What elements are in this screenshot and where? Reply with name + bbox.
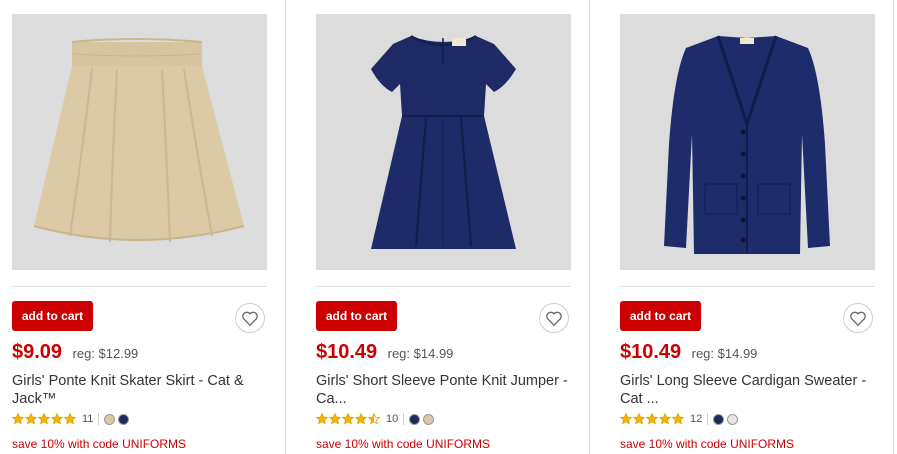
star-icon bbox=[620, 413, 632, 425]
heart-icon bbox=[546, 311, 562, 326]
star-icon bbox=[12, 413, 24, 425]
price-row: $10.49 reg: $14.99 bbox=[316, 341, 453, 364]
review-count: 12 bbox=[690, 413, 703, 425]
star-rating bbox=[316, 413, 381, 425]
star-icon bbox=[368, 413, 380, 425]
product-card: add to cart $9.09 reg: $12.99 Girls' Pon… bbox=[12, 0, 267, 454]
review-count: 11 bbox=[82, 413, 94, 425]
star-icon bbox=[329, 413, 341, 425]
card-separator bbox=[12, 286, 267, 287]
jumper-dress-image bbox=[371, 35, 516, 249]
star-icon bbox=[672, 413, 684, 425]
rating-divider bbox=[98, 413, 100, 425]
regular-price: reg: $14.99 bbox=[691, 346, 758, 361]
column-divider bbox=[589, 0, 590, 454]
product-image[interactable] bbox=[316, 14, 571, 270]
product-card: add to cart $10.49 reg: $14.99 Girls' Lo… bbox=[620, 0, 875, 454]
product-title-link[interactable]: Girls' Long Sleeve Cardigan Sweater - Ca… bbox=[620, 372, 875, 408]
column-divider bbox=[285, 0, 286, 454]
regular-price: reg: $14.99 bbox=[387, 346, 454, 361]
color-swatch[interactable] bbox=[727, 413, 739, 425]
rating-row: 12 bbox=[620, 412, 741, 426]
star-icon bbox=[659, 413, 671, 425]
price-row: $10.49 reg: $14.99 bbox=[620, 341, 757, 364]
cardigan-image bbox=[664, 35, 830, 254]
promo-text: save 10% with code UNIFORMS bbox=[316, 437, 491, 451]
sale-price: $10.49 bbox=[316, 341, 378, 363]
skirt-image bbox=[33, 38, 245, 243]
heart-icon bbox=[850, 311, 866, 326]
star-icon bbox=[355, 413, 367, 425]
product-image[interactable] bbox=[620, 14, 875, 270]
color-swatch[interactable] bbox=[118, 413, 130, 425]
rating-row: 10 bbox=[316, 412, 437, 426]
favorite-button[interactable] bbox=[235, 303, 265, 333]
sale-price: $10.49 bbox=[620, 341, 682, 363]
favorite-button[interactable] bbox=[843, 303, 873, 333]
star-icon bbox=[633, 413, 645, 425]
price-row: $9.09 reg: $12.99 bbox=[12, 341, 138, 364]
rating-divider bbox=[403, 413, 405, 425]
rating-divider bbox=[707, 413, 709, 425]
product-image[interactable] bbox=[12, 14, 267, 270]
color-swatch[interactable] bbox=[409, 413, 421, 425]
star-icon bbox=[646, 413, 658, 425]
review-count: 10 bbox=[386, 413, 399, 425]
star-icon bbox=[316, 413, 328, 425]
star-rating bbox=[12, 413, 77, 425]
card-separator bbox=[620, 286, 875, 287]
regular-price: reg: $12.99 bbox=[72, 346, 139, 361]
star-icon bbox=[342, 413, 354, 425]
add-to-cart-button[interactable]: add to cart bbox=[316, 301, 397, 331]
heart-icon bbox=[242, 311, 258, 326]
color-swatch[interactable] bbox=[104, 413, 116, 425]
star-icon bbox=[64, 413, 76, 425]
color-swatch[interactable] bbox=[713, 413, 725, 425]
rating-row: 11 bbox=[12, 412, 132, 426]
promo-text: save 10% with code UNIFORMS bbox=[620, 437, 795, 451]
card-separator bbox=[316, 286, 571, 287]
add-to-cart-button[interactable]: add to cart bbox=[12, 301, 93, 331]
product-title-link[interactable]: Girls' Short Sleeve Ponte Knit Jumper - … bbox=[316, 372, 571, 408]
column-divider bbox=[893, 0, 894, 454]
sale-price: $9.09 bbox=[12, 341, 63, 363]
color-swatch[interactable] bbox=[423, 413, 435, 425]
product-card: add to cart $10.49 reg: $14.99 Girls' Sh… bbox=[316, 0, 571, 454]
star-rating bbox=[620, 413, 685, 425]
add-to-cart-button[interactable]: add to cart bbox=[620, 301, 701, 331]
star-icon bbox=[51, 413, 63, 425]
promo-text: save 10% with code UNIFORMS bbox=[12, 437, 187, 451]
product-title-link[interactable]: Girls' Ponte Knit Skater Skirt - Cat & J… bbox=[12, 372, 267, 408]
favorite-button[interactable] bbox=[539, 303, 569, 333]
star-icon bbox=[25, 413, 37, 425]
star-icon bbox=[38, 413, 50, 425]
